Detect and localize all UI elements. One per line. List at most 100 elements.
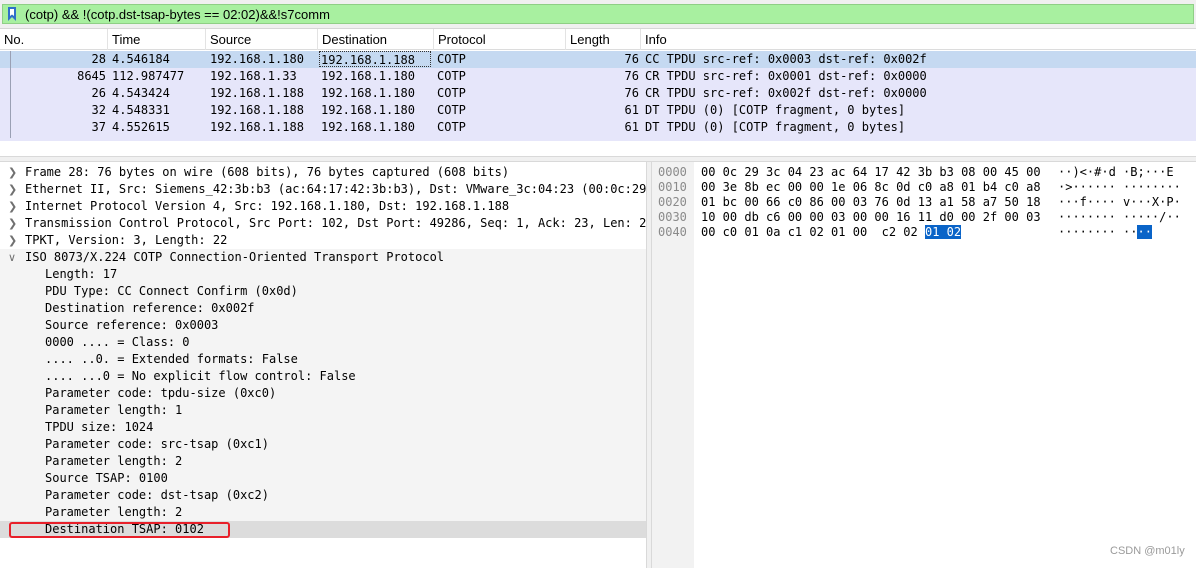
detail-tree-item-cotp[interactable]: ∨ ISO 8073/X.224 COTP Connection-Oriente… (0, 249, 646, 266)
packet-protocol: COTP (437, 69, 466, 83)
chevron-right-icon[interactable]: ❯ (8, 215, 17, 232)
cotp-field[interactable]: Parameter code: src-tsap (0xc1) (0, 436, 646, 453)
column-header-destination[interactable]: Destination (318, 29, 434, 50)
detail-text: PDU Type: CC Connect Confirm (0x0d) (45, 284, 298, 298)
packet-protocol: COTP (437, 52, 466, 66)
packet-length: 76 (624, 86, 639, 100)
packet-info: CR TPDU src-ref: 0x002f dst-ref: 0x0000 (645, 86, 927, 100)
detail-text: Destination reference: 0x002f (45, 301, 255, 315)
packet-info: CC TPDU src-ref: 0x0003 dst-ref: 0x002f (645, 52, 927, 66)
detail-tree-item-ip[interactable]: ❯ Internet Protocol Version 4, Src: 192.… (0, 198, 646, 215)
hex-bytes[interactable]: 00 c0 01 0a c1 02 01 00 c2 02 01 02 (701, 225, 962, 240)
detail-text: Source reference: 0x0003 (45, 318, 219, 332)
packet-length: 61 (624, 103, 639, 117)
packet-destination: 192.168.1.180 (321, 86, 415, 100)
cotp-field[interactable]: 0000 .... = Class: 0 (0, 334, 646, 351)
hex-bytes[interactable]: 01 bc 00 66 c0 86 00 03 76 0d 13 a1 58 a… (701, 195, 1041, 210)
bookmark-icon[interactable] (7, 7, 17, 21)
column-header-protocol[interactable]: Protocol (434, 29, 566, 50)
packet-bytes-pane[interactable]: 0000 00 0c 29 3c 04 23 ac 64 17 42 3b b3… (652, 162, 1196, 568)
hex-bytes-plain: 00 c0 01 0a c1 02 01 00 c2 02 (701, 225, 925, 239)
packet-source: 192.168.1.188 (210, 120, 304, 134)
packet-row[interactable]: 28 4.546184 192.168.1.180 192.168.1.188 … (0, 51, 1196, 68)
detail-text: Parameter length: 2 (45, 505, 183, 519)
packet-list[interactable]: No. Time Source Destination Protocol Len… (0, 29, 1196, 155)
detail-text: .... ...0 = No explicit flow control: Fa… (45, 369, 356, 383)
column-header-info[interactable]: Info (641, 29, 1196, 50)
detail-text: Transmission Control Protocol, Src Port:… (25, 216, 646, 230)
display-filter-toolbar: (cotp) && !(cotp.dst-tsap-bytes == 02:02… (0, 0, 1196, 29)
detail-text: Source TSAP: 0100 (45, 471, 168, 485)
cotp-field[interactable]: TPDU size: 1024 (0, 419, 646, 436)
ascii-bytes[interactable]: ········ ·····/·· (1058, 210, 1181, 225)
packet-length: 76 (624, 69, 639, 83)
hex-bytes[interactable]: 00 0c 29 3c 04 23 ac 64 17 42 3b b3 08 0… (701, 165, 1041, 180)
cotp-field[interactable]: PDU Type: CC Connect Confirm (0x0d) (0, 283, 646, 300)
watermark: CSDN @m01ly (1110, 545, 1185, 557)
ascii-bytes[interactable]: ··)<·#·d ·B;···E (1058, 165, 1174, 180)
cotp-field[interactable]: Parameter code: tpdu-size (0xc0) (0, 385, 646, 402)
cotp-field[interactable]: Source TSAP: 0100 (0, 470, 646, 487)
packet-protocol: COTP (437, 103, 466, 117)
annotation-highlight-box (9, 522, 230, 538)
cotp-field[interactable]: Parameter length: 2 (0, 453, 646, 470)
packet-protocol: COTP (437, 86, 466, 100)
packet-info: DT TPDU (0) [COTP fragment, 0 bytes] (645, 103, 906, 117)
packet-no: 8645 (77, 69, 106, 83)
ascii-bytes[interactable]: ···f···· v···X·P· (1058, 195, 1181, 210)
packet-row[interactable]: 32 4.548331 192.168.1.188 192.168.1.180 … (0, 102, 1196, 119)
byte-offset: 0010 (658, 180, 687, 194)
packet-time: 4.548331 (112, 103, 170, 117)
packet-time: 112.987477 (112, 69, 185, 83)
detail-tree-item-frame[interactable]: ❯ Frame 28: 76 bytes on wire (608 bits),… (0, 164, 646, 181)
hex-bytes[interactable]: 00 3e 8b ec 00 00 1e 06 8c 0d c0 a8 01 b… (701, 180, 1041, 195)
detail-text: Parameter code: dst-tsap (0xc2) (45, 488, 269, 502)
detail-tree-item-tcp[interactable]: ❯ Transmission Control Protocol, Src Por… (0, 215, 646, 232)
packet-source: 192.168.1.180 (210, 52, 304, 66)
packet-info: DT TPDU (0) [COTP fragment, 0 bytes] (645, 120, 906, 134)
chevron-right-icon[interactable]: ❯ (8, 181, 17, 198)
packet-source: 192.168.1.188 (210, 103, 304, 117)
packet-row-partial (0, 136, 1196, 141)
packet-details-pane[interactable]: ❯ Frame 28: 76 bytes on wire (608 bits),… (0, 162, 646, 568)
packet-row[interactable]: 8645 112.987477 192.168.1.33 192.168.1.1… (0, 68, 1196, 85)
cotp-field[interactable]: .... ...0 = No explicit flow control: Fa… (0, 368, 646, 385)
cotp-field[interactable]: Source reference: 0x0003 (0, 317, 646, 334)
column-header-source[interactable]: Source (206, 29, 318, 50)
detail-text: Parameter length: 1 (45, 403, 183, 417)
chevron-down-icon[interactable]: ∨ (8, 249, 16, 266)
chevron-right-icon[interactable]: ❯ (8, 164, 17, 181)
cotp-field[interactable]: Parameter length: 1 (0, 402, 646, 419)
cotp-field[interactable]: Parameter length: 2 (0, 504, 646, 521)
chevron-right-icon[interactable]: ❯ (8, 198, 17, 215)
display-filter-input[interactable]: (cotp) && !(cotp.dst-tsap-bytes == 02:02… (2, 4, 1194, 24)
conversation-bracket (10, 51, 11, 138)
ascii-bytes[interactable]: ·>······ ········ (1058, 180, 1181, 195)
detail-tree-item-tpkt[interactable]: ❯ TPKT, Version: 3, Length: 22 (0, 232, 646, 249)
byte-offset: 0020 (658, 195, 687, 209)
ascii-bytes[interactable]: ········ ···· (1058, 225, 1152, 240)
ascii-bytes-plain: ········ ·· (1058, 225, 1138, 239)
detail-tree-item-ethernet[interactable]: ❯ Ethernet II, Src: Siemens_42:3b:b3 (ac… (0, 181, 646, 198)
cotp-field[interactable]: Length: 17 (0, 266, 646, 283)
cotp-field[interactable]: .... ..0. = Extended formats: False (0, 351, 646, 368)
column-header-time[interactable]: Time (108, 29, 206, 50)
cotp-field[interactable]: Destination reference: 0x002f (0, 300, 646, 317)
hex-bytes[interactable]: 10 00 db c6 00 00 03 00 00 16 11 d0 00 2… (701, 210, 1041, 225)
packet-list-header: No. Time Source Destination Protocol Len… (0, 29, 1196, 50)
detail-text: Ethernet II, Src: Siemens_42:3b:b3 (ac:6… (25, 182, 646, 196)
packet-destination: 192.168.1.180 (321, 103, 415, 117)
column-header-no[interactable]: No. (0, 29, 108, 50)
column-header-length[interactable]: Length (566, 29, 641, 50)
cotp-field[interactable]: Parameter code: dst-tsap (0xc2) (0, 487, 646, 504)
packet-no: 26 (91, 86, 106, 100)
packet-row[interactable]: 26 4.543424 192.168.1.188 192.168.1.180 … (0, 85, 1196, 102)
packet-row[interactable]: 37 4.552615 192.168.1.188 192.168.1.180 … (0, 119, 1196, 136)
packet-source: 192.168.1.188 (210, 86, 304, 100)
packet-no: 28 (91, 52, 106, 66)
chevron-right-icon[interactable]: ❯ (8, 232, 17, 249)
detail-text: Parameter code: tpdu-size (0xc0) (45, 386, 277, 400)
byte-offset: 0040 (658, 225, 687, 239)
detail-text: Frame 28: 76 bytes on wire (608 bits), 7… (25, 165, 510, 179)
packet-no: 32 (91, 103, 106, 117)
